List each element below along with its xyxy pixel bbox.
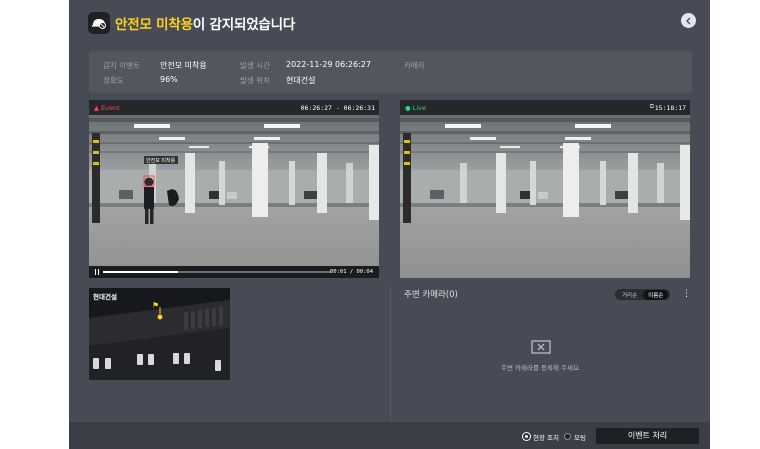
- no-camera-icon: [531, 340, 551, 354]
- empty-camera-message: 주변 카메라를 등록해 주세요.: [500, 364, 582, 372]
- sort-toggle: 거리순 이름순: [615, 289, 671, 300]
- event-video-frame: 안전모 미착용: [89, 115, 379, 278]
- map-title: 현대건설: [93, 293, 117, 301]
- aerial-map-image: [89, 288, 230, 380]
- onsite-label: 현장 조치: [533, 434, 559, 442]
- event-video-player[interactable]: ▲ Event 06:26:27 - 06:26:31 안전모 미착용 00:0…: [89, 100, 379, 278]
- column-divider: [390, 285, 391, 422]
- camera-marker-icon[interactable]: ⚑: [152, 301, 159, 310]
- event-badge: ▲ Event: [94, 104, 120, 112]
- event-video-header: ▲ Event 06:26:27 - 06:26:31: [89, 100, 379, 115]
- event-type-value: 안전모 미착용: [160, 61, 207, 70]
- monitor-radio[interactable]: [564, 433, 571, 440]
- modal-title: 안전모 미착용이 감지되었습니다: [115, 13, 295, 33]
- sort-by-distance-button[interactable]: 거리순: [617, 290, 642, 300]
- title-rest: 이 감지되었습니다: [192, 17, 296, 33]
- event-modal: 안전모 미착용이 감지되었습니다 감지 이벤트 안전모 미착용 정확도 96% …: [69, 0, 710, 449]
- progress-fill: [103, 271, 179, 273]
- more-options-icon[interactable]: ⋮: [682, 290, 691, 299]
- location-label: 발생 위치: [240, 76, 270, 85]
- live-time: 15:18:17: [654, 104, 686, 112]
- event-time-range: 06:26:27 - 06:26:31: [300, 104, 375, 112]
- playback-time: 00:01 / 00:04: [329, 268, 373, 275]
- time-value: 2022-11-29 06:26:27: [286, 60, 371, 69]
- snapshot-icon[interactable]: ⧉: [650, 103, 654, 111]
- location-value: 현대건설: [286, 76, 316, 85]
- monitor-label: 모팅: [574, 434, 586, 442]
- map-view[interactable]: 현대건설 ⚑: [89, 288, 230, 380]
- live-video-frame: [400, 115, 690, 278]
- title-highlight: 안전모 미착용: [115, 17, 193, 33]
- pause-icon[interactable]: [95, 269, 99, 275]
- back-button[interactable]: [681, 13, 696, 28]
- playback-controls: 00:01 / 00:04: [89, 266, 379, 278]
- camera-label: 카메라: [404, 61, 425, 70]
- accuracy-label: 정확도: [103, 76, 124, 85]
- nearby-cameras-title: 주변 카메라(0): [404, 290, 458, 300]
- detection-label: 안전모 미착용: [146, 157, 176, 164]
- helmet-alert-icon: [88, 12, 110, 34]
- live-badge: ● Live: [405, 104, 427, 112]
- process-event-button[interactable]: 이벤트 처리: [596, 428, 699, 444]
- onsite-radio[interactable]: [523, 433, 530, 440]
- sort-by-name-button[interactable]: 이름순: [643, 289, 669, 300]
- time-label: 발생 시간: [240, 61, 270, 70]
- progress-bar[interactable]: [103, 271, 331, 273]
- accuracy-value: 96%: [160, 75, 178, 84]
- event-info-panel: 감지 이벤트 안전모 미착용 정확도 96% 발생 시간 2022-11-29 …: [89, 51, 692, 93]
- live-video-player[interactable]: ● Live ⧉ 15:18:17: [400, 100, 690, 278]
- live-video-header: ● Live ⧉ 15:18:17: [400, 100, 690, 115]
- chevron-left-icon: [685, 17, 690, 24]
- event-type-label: 감지 이벤트: [103, 61, 140, 70]
